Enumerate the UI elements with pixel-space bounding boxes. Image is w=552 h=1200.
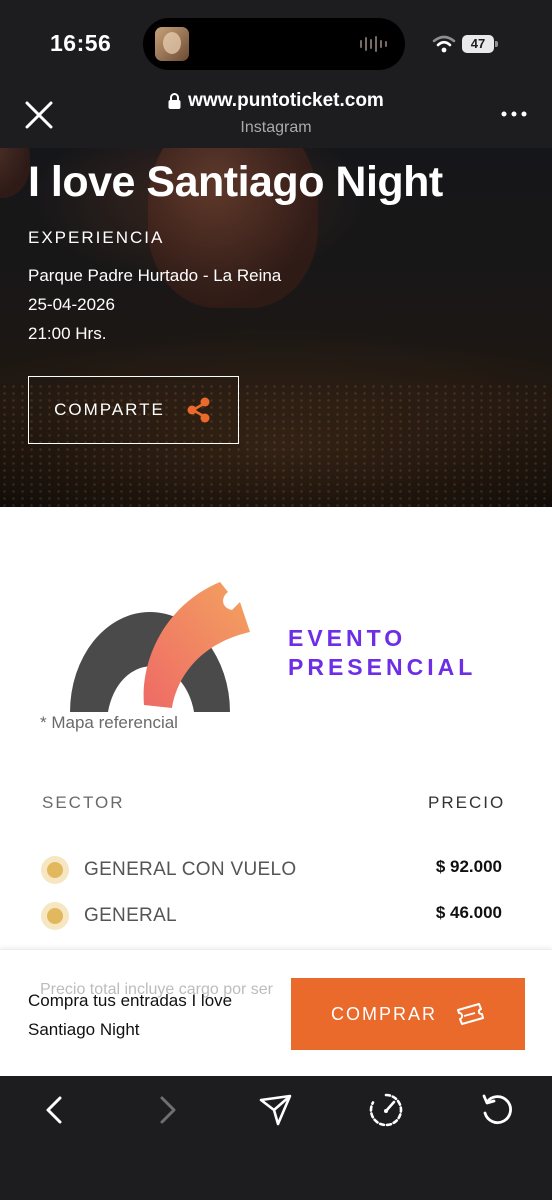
address-area: www.puntoticket.com Instagram [0, 88, 552, 137]
dynamic-island[interactable] [143, 18, 405, 70]
share-icon [187, 397, 210, 423]
share-button[interactable]: COMPARTE [28, 376, 239, 444]
url-text: www.puntoticket.com [188, 90, 384, 111]
venue-map-graphic[interactable] [70, 580, 260, 712]
event-type-label-2: PRESENCIAL [288, 654, 477, 680]
sector-column-header: SECTOR [42, 793, 125, 812]
now-playing-thumbnail [155, 27, 189, 61]
sector-row[interactable]: GENERAL CON VUELO $ 92.000 [40, 853, 510, 887]
battery-icon: 47 [462, 35, 498, 53]
buy-button-label: COMPRAR [330, 1003, 437, 1024]
in-app-browser-header: www.puntoticket.com Instagram [0, 88, 552, 148]
url-source: Instagram [240, 119, 312, 136]
ticket-icon [457, 1003, 484, 1025]
purchase-label: Compra tus entradas I love Santiago Nigh… [28, 991, 233, 1039]
lock-icon [168, 93, 181, 109]
share-button-label: COMPARTE [54, 400, 165, 419]
reload-icon[interactable] [477, 1090, 517, 1130]
sector-row[interactable]: GENERAL $ 46.000 [40, 899, 510, 933]
event-date: 25-04-2026 [28, 295, 115, 314]
wifi-icon [432, 35, 456, 53]
event-hero: I love Santiago Night EXPERIENCIA Parque… [0, 148, 552, 507]
back-icon[interactable] [36, 1090, 76, 1130]
event-content: EVENTO PRESENCIAL * Mapa referencial SEC… [0, 507, 552, 949]
url-bar[interactable]: www.puntoticket.com [168, 90, 384, 112]
more-icon[interactable] [498, 104, 530, 124]
forward-icon[interactable] [146, 1090, 186, 1130]
price-column-header: PRECIO [428, 793, 506, 812]
buy-button[interactable]: COMPRAR [291, 978, 525, 1050]
speed-icon[interactable] [366, 1090, 406, 1130]
event-category: EXPERIENCIA [28, 228, 165, 247]
event-time: 21:00 Hrs. [28, 324, 107, 343]
event-title: I love Santiago Night [28, 158, 443, 206]
audio-wave-icon [360, 36, 387, 52]
sector-name: GENERAL CON VUELO [84, 859, 297, 880]
battery-level: 47 [462, 35, 494, 53]
status-time: 16:56 [50, 30, 112, 56]
map-note: * Mapa referencial [40, 713, 178, 732]
browser-toolbar [0, 1076, 552, 1200]
status-bar: 16:56 47 [0, 0, 552, 88]
event-venue: Parque Padre Hurtado - La Reina [28, 266, 282, 285]
sector-price: $ 46.000 [435, 903, 502, 922]
event-type-label: EVENTO [288, 625, 407, 651]
sector-color-dot [41, 902, 69, 930]
sector-name: GENERAL [84, 905, 177, 926]
sector-price: $ 92.000 [435, 857, 502, 876]
purchase-bar: Precio total incluye cargo por ser Compr… [0, 949, 552, 1076]
sector-color-dot [41, 856, 69, 884]
send-icon[interactable] [256, 1090, 296, 1130]
